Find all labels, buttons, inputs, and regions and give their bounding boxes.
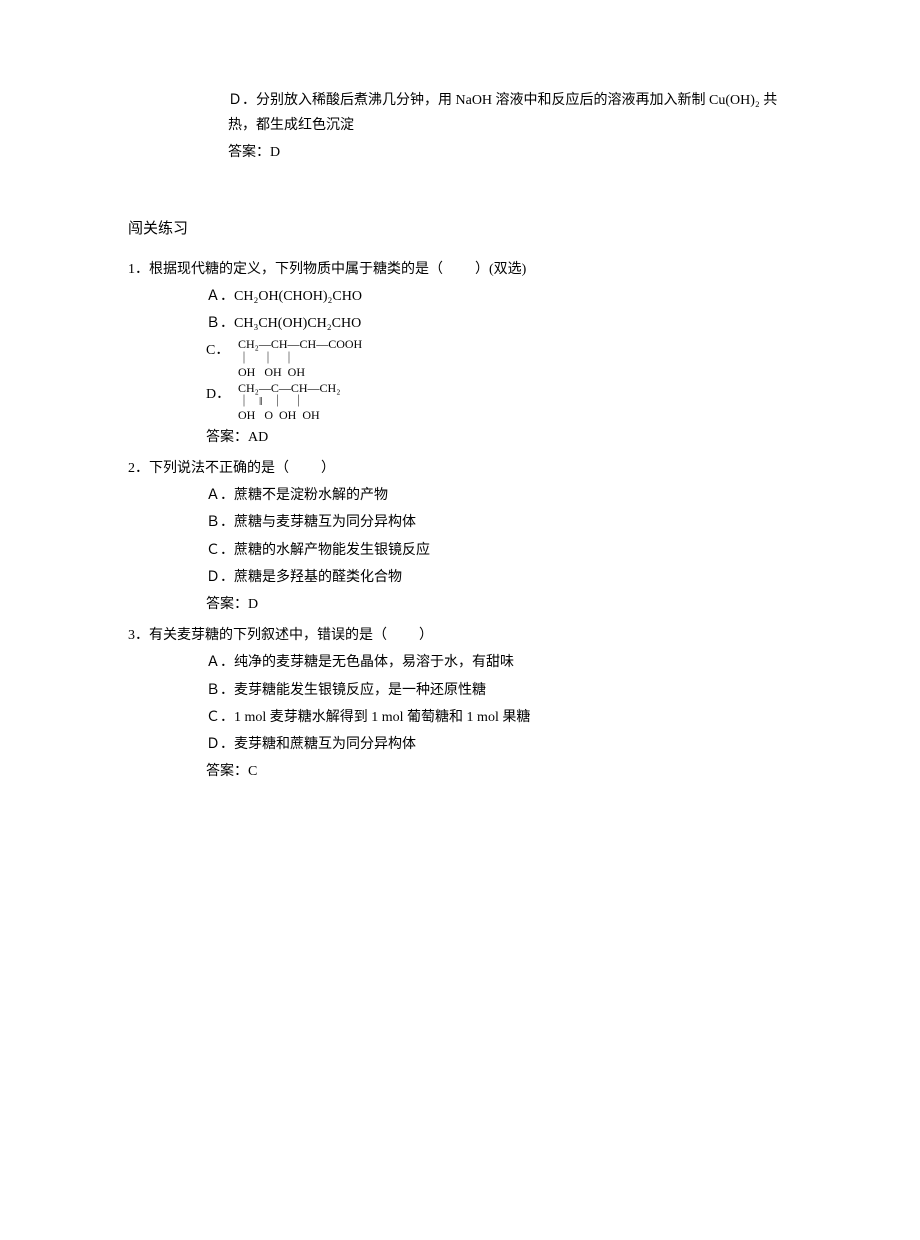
q2-options: Ａ．蔗糖不是淀粉水解的产物 Ｂ．蔗糖与麦芽糖互为同分异构体 Ｃ．蔗糖的水解产物能… [206, 483, 792, 590]
q3-stem: 3．有关麦芽糖的下列叙述中，错误的是（ ） [128, 623, 792, 648]
answer-label: 答案： [228, 145, 270, 160]
section-title: 闯关练习 [128, 216, 792, 243]
q2-stem-suffix: ） [321, 461, 335, 476]
q1-option-b-label: Ｂ． [206, 316, 234, 331]
q3-answer: 答案：C [206, 759, 792, 784]
q2-stem-prefix: 2．下列说法不正确的是（ [128, 461, 289, 476]
intro-partial-question: Ｄ．分别放入稀酸后煮沸几分钟，用 NaOH 溶液中和反应后的溶液再加入新制 Cu… [228, 88, 792, 166]
intro-answer-value: D [270, 145, 280, 160]
q1-option-b: Ｂ．CH₃CH(OH)CH₂CHO [206, 311, 792, 336]
answer-label: 答案： [206, 764, 248, 779]
q1-option-c: C．CH₂—CH—CH—COOH｜ ｜ ｜OH OH OH [206, 338, 792, 379]
q2-stem: 2．下列说法不正确的是（ ） [128, 456, 792, 481]
question-3: 3．有关麦芽糖的下列叙述中，错误的是（ ） Ａ．纯净的麦芽糖是无色晶体，易溶于水，… [128, 623, 792, 784]
q1-option-a-text: CH₂OH(CHOH)₂CHO [234, 289, 362, 304]
q1-option-d-label: D． [206, 382, 234, 407]
q2-option-d: Ｄ．蔗糖是多羟基的醛类化合物 [206, 565, 792, 590]
q1-stem-prefix: 1．根据现代糖的定义，下列物质中属于糖类的是（ [128, 262, 443, 277]
answer-label: 答案： [206, 597, 248, 612]
q1-stem-suffix: ）(双选) [475, 262, 526, 277]
intro-answer: 答案：D [228, 140, 792, 165]
intro-option-d: Ｄ．分别放入稀酸后煮沸几分钟，用 NaOH 溶液中和反应后的溶液再加入新制 Cu… [228, 88, 792, 138]
q2-option-b: Ｂ．蔗糖与麦芽糖互为同分异构体 [206, 510, 792, 535]
q1-answer: 答案：AD [206, 425, 792, 450]
q2-option-c: Ｃ．蔗糖的水解产物能发生银镜反应 [206, 538, 792, 563]
question-2: 2．下列说法不正确的是（ ） Ａ．蔗糖不是淀粉水解的产物 Ｂ．蔗糖与麦芽糖互为同分… [128, 456, 792, 617]
q3-options: Ａ．纯净的麦芽糖是无色晶体，易溶于水，有甜味 Ｂ．麦芽糖能发生银镜反应，是一种还… [206, 650, 792, 757]
q3-option-a: Ａ．纯净的麦芽糖是无色晶体，易溶于水，有甜味 [206, 650, 792, 675]
q3-option-b: Ｂ．麦芽糖能发生银镜反应，是一种还原性糖 [206, 678, 792, 703]
q3-stem-prefix: 3．有关麦芽糖的下列叙述中，错误的是（ [128, 628, 387, 643]
q1-option-a: Ａ．CH₂OH(CHOH)₂CHO [206, 284, 792, 309]
q3-option-d: Ｄ．麦芽糖和蔗糖互为同分异构体 [206, 732, 792, 757]
q1-option-d: D．CH₂—C—CH—CH₂｜ ‖ ｜ ｜OH O OH OH [206, 382, 792, 423]
q1-answer-value: AD [248, 430, 268, 445]
q1-option-b-text: CH₃CH(OH)CH₂CHO [234, 316, 361, 331]
question-1: 1．根据现代糖的定义，下列物质中属于糖类的是（ ）(双选) Ａ．CH₂OH(CHO… [128, 257, 792, 451]
q3-stem-suffix: ） [419, 628, 433, 643]
q1-option-c-label: C． [206, 338, 234, 363]
q1-stem: 1．根据现代糖的定义，下列物质中属于糖类的是（ ）(双选) [128, 257, 792, 282]
q2-option-a: Ａ．蔗糖不是淀粉水解的产物 [206, 483, 792, 508]
q1-option-a-label: Ａ． [206, 289, 234, 304]
q2-answer-value: D [248, 597, 258, 612]
q3-answer-value: C [248, 764, 257, 779]
q1-option-c-structure: CH₂—CH—CH—COOH｜ ｜ ｜OH OH OH [238, 338, 362, 379]
q3-option-c: Ｃ．1 mol 麦芽糖水解得到 1 mol 葡萄糖和 1 mol 果糖 [206, 705, 792, 730]
q1-options: Ａ．CH₂OH(CHOH)₂CHO Ｂ．CH₃CH(OH)CH₂CHO C．CH… [206, 284, 792, 423]
q2-answer: 答案：D [206, 592, 792, 617]
q1-option-d-structure: CH₂—C—CH—CH₂｜ ‖ ｜ ｜OH O OH OH [238, 382, 340, 423]
answer-label: 答案： [206, 430, 248, 445]
